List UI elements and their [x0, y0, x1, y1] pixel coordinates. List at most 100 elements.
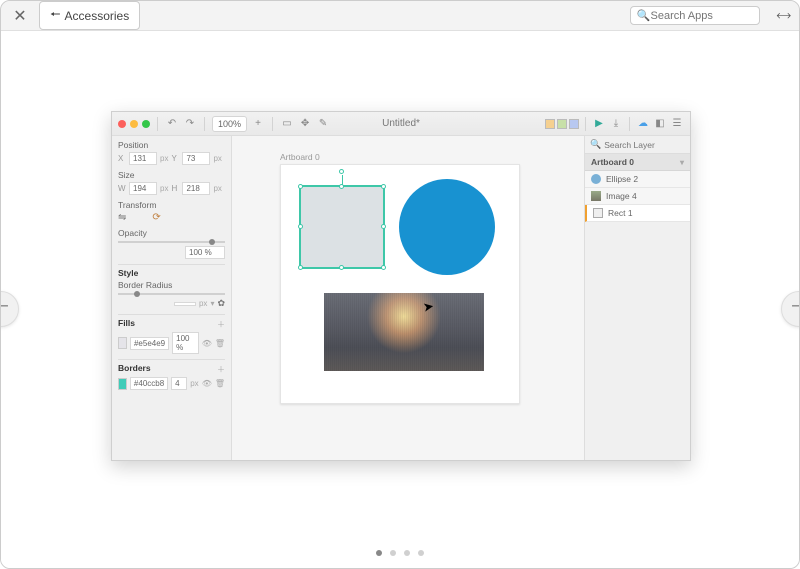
position-label: Position — [118, 140, 225, 150]
rect-tool-icon[interactable] — [545, 119, 555, 129]
eye-icon[interactable]: 👁 — [202, 379, 212, 388]
gear-icon[interactable]: ✿ — [217, 298, 225, 309]
y-input[interactable]: 73 — [182, 152, 210, 165]
radius-input[interactable] — [174, 302, 196, 306]
artboard[interactable]: ➤ — [280, 164, 520, 404]
resize-handle-ne[interactable] — [381, 184, 386, 189]
border-swatch[interactable] — [118, 378, 127, 390]
x-input[interactable]: 131 — [129, 152, 157, 165]
y-label: Y — [171, 154, 179, 163]
search-input[interactable] — [651, 10, 753, 22]
traffic-close-icon[interactable] — [118, 120, 126, 128]
h-input[interactable]: 218 — [182, 182, 210, 195]
carousel-dot[interactable] — [404, 550, 410, 556]
w-unit: px — [160, 184, 168, 193]
resize-handle-w[interactable] — [298, 224, 303, 229]
canvas[interactable]: Artboard 0 — [232, 136, 584, 460]
layer-name: Image 4 — [606, 191, 637, 201]
add-border-icon[interactable]: ＋ — [217, 364, 225, 375]
traffic-min-icon[interactable] — [130, 120, 138, 128]
carousel-dot[interactable] — [376, 550, 382, 556]
w-input[interactable]: 194 — [129, 182, 157, 195]
zoom-level[interactable]: 100% — [212, 116, 247, 132]
cloud-icon[interactable]: ☁ — [636, 117, 650, 131]
border-color-input[interactable]: #40ccb8 — [130, 377, 168, 390]
ellipse-shape[interactable] — [399, 179, 495, 275]
layer-search-input[interactable] — [604, 140, 685, 150]
trash-icon[interactable]: 🗑 — [215, 379, 225, 388]
document-title: Untitled* — [382, 118, 420, 129]
opacity-slider[interactable] — [118, 241, 225, 243]
undo-icon[interactable]: ↶ — [165, 117, 179, 131]
export-icon[interactable]: ⤓ — [609, 117, 623, 131]
trash-icon[interactable]: 🗑 — [215, 339, 225, 348]
app-titlebar: ↶ ↷ 100% + ▭ ✥ ✎ Untitled* ▶ — [112, 112, 690, 136]
rect-shape-selected[interactable] — [299, 185, 385, 269]
layer-item-selected[interactable]: Rect 1 — [585, 205, 690, 222]
pen-tool-icon[interactable]: ✎ — [316, 117, 330, 131]
topbar: ✕ 🠔 Accessories 🔍 ⤢ — [1, 1, 799, 31]
rotate-icon[interactable]: ⟳ — [152, 212, 160, 223]
fills-label: Fills — [118, 318, 214, 328]
image-shape[interactable] — [324, 293, 484, 371]
layer-item[interactable]: Image 4 — [585, 188, 690, 205]
traffic-max-icon[interactable] — [142, 120, 150, 128]
fills-section: Fills ＋ #e5e4e9 100 % 👁 🗑 — [118, 318, 225, 354]
flip-h-icon[interactable]: ⇋ — [118, 212, 126, 223]
expand-icon[interactable]: ⤢ — [773, 6, 793, 26]
inspector-panel: Position X 131 px Y 73 px Size — [112, 136, 232, 460]
border-width-input[interactable]: 4 — [171, 377, 187, 390]
x-unit: px — [160, 154, 168, 163]
carousel-next-button[interactable]: 🠖 — [781, 291, 800, 327]
layer-name: Ellipse 2 — [606, 174, 638, 184]
resize-handle-n[interactable] — [339, 184, 344, 189]
carousel-dot[interactable] — [418, 550, 424, 556]
search-icon: 🔍 — [590, 139, 601, 150]
artboard-row[interactable]: Artboard 0 ▾ — [585, 154, 690, 171]
opacity-section: Opacity 100 % — [118, 228, 225, 259]
ellipse-icon — [591, 174, 601, 184]
hand-tool-icon[interactable]: ✥ — [298, 117, 312, 131]
h-label: H — [171, 184, 179, 193]
line-tool-icon[interactable] — [569, 119, 579, 129]
layer-item[interactable]: Ellipse 2 — [585, 171, 690, 188]
stage: 🠔 🠖 ↶ ↷ 100% + ▭ ✥ ✎ Untitled* — [1, 31, 799, 568]
resize-handle-se[interactable] — [381, 265, 386, 270]
fill-opacity-input[interactable]: 100 % — [172, 332, 199, 354]
design-app-window: ↶ ↷ 100% + ▭ ✥ ✎ Untitled* ▶ — [111, 111, 691, 461]
size-label: Size — [118, 170, 225, 180]
radius-unit: px — [199, 299, 207, 308]
chevron-down-icon[interactable]: ▾ — [210, 299, 214, 308]
resize-handle-s[interactable] — [339, 265, 344, 270]
resize-handle-nw[interactable] — [298, 184, 303, 189]
zoom-in-icon[interactable]: + — [251, 117, 265, 131]
back-button[interactable]: 🠔 Accessories — [39, 1, 140, 30]
resize-handle-sw[interactable] — [298, 265, 303, 270]
image-icon — [591, 191, 601, 201]
close-icon[interactable]: ✕ — [11, 6, 29, 26]
carousel-dots — [376, 550, 424, 556]
artboard-label[interactable]: Artboard 0 — [280, 152, 320, 162]
redo-icon[interactable]: ↷ — [183, 117, 197, 131]
cursor-tool-icon[interactable]: ▭ — [280, 117, 294, 131]
layers-panel: 🔍 Artboard 0 ▾ Ellipse 2 Image 4 — [584, 136, 690, 460]
eye-icon[interactable]: 👁 — [202, 339, 212, 348]
ellipse-tool-icon[interactable] — [557, 119, 567, 129]
carousel-dot[interactable] — [390, 550, 396, 556]
play-icon[interactable]: ▶ — [592, 117, 606, 131]
carousel-prev-button[interactable]: 🠔 — [0, 291, 19, 327]
h-unit: px — [213, 184, 221, 193]
opacity-input[interactable]: 100 % — [185, 246, 225, 259]
layer-search[interactable]: 🔍 — [585, 136, 690, 154]
search-field[interactable]: 🔍 — [630, 6, 760, 25]
settings-icon[interactable]: ◧ — [653, 117, 667, 131]
menu-icon[interactable]: ☰ — [670, 117, 684, 131]
border-radius-slider[interactable] — [118, 293, 225, 295]
rotate-handle[interactable] — [339, 169, 344, 174]
border-unit: px — [190, 379, 198, 388]
resize-handle-e[interactable] — [381, 224, 386, 229]
fill-swatch[interactable] — [118, 337, 127, 349]
add-fill-icon[interactable]: ＋ — [217, 319, 225, 330]
chevron-down-icon[interactable]: ▾ — [680, 158, 684, 167]
fill-color-input[interactable]: #e5e4e9 — [130, 337, 169, 350]
